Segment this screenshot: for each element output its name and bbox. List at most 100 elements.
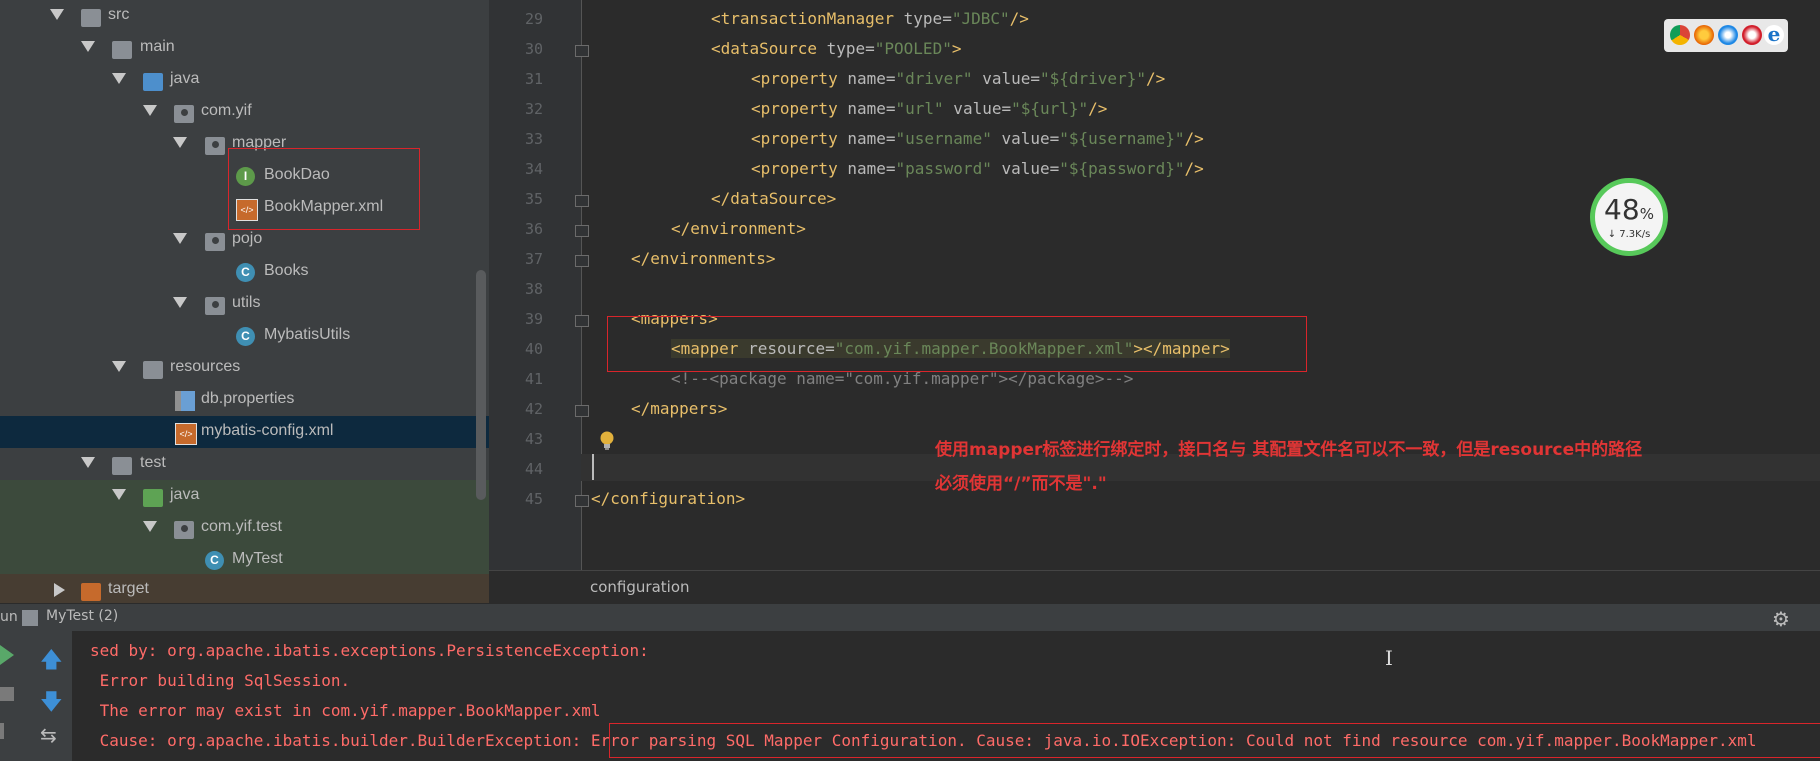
code-line-41[interactable]: <!--<package name="com.yif.mapper"></pac…: [671, 369, 1133, 388]
breadcrumb-bar: configuration: [489, 570, 1820, 604]
code-line-36[interactable]: </environment>: [671, 219, 806, 238]
tree-item-mybatisutils[interactable]: C MybatisUtils: [0, 320, 489, 352]
run-tab-label[interactable]: MyTest (2): [46, 608, 118, 624]
tree-item-label: Books: [264, 262, 309, 279]
code-line-29[interactable]: <transactionManager type="JDBC"/>: [711, 9, 1029, 28]
tree-item-test-java[interactable]: java: [0, 480, 489, 512]
code-line-31[interactable]: <property name="driver" value="${driver}…: [751, 69, 1165, 88]
class-icon: C: [236, 327, 255, 346]
tree-item-label: com.yif.test: [201, 518, 282, 535]
stop-icon[interactable]: [0, 687, 14, 701]
tree-item-target[interactable]: target: [0, 574, 489, 603]
fold-marker-icon[interactable]: [575, 255, 589, 267]
line-number: 43: [524, 430, 543, 448]
expand-arrow-icon[interactable]: [112, 489, 126, 500]
fold-marker-icon[interactable]: [575, 225, 589, 237]
run-panel-title: un: [0, 609, 18, 625]
code-line-35[interactable]: </dataSource>: [711, 189, 836, 208]
code-line-30[interactable]: <dataSource type="POOLED">: [711, 39, 961, 58]
ie-icon[interactable]: e: [1764, 24, 1784, 45]
text-caret: [592, 454, 594, 480]
expand-arrow-icon[interactable]: [81, 457, 95, 468]
line-number: 39: [524, 310, 543, 328]
expand-arrow-icon[interactable]: [50, 9, 64, 20]
tree-item-java[interactable]: java: [0, 64, 489, 96]
tree-item-mytest[interactable]: C MyTest: [0, 544, 489, 576]
breadcrumb[interactable]: configuration: [590, 578, 690, 596]
tree-item-pojo[interactable]: pojo: [0, 224, 489, 256]
fold-marker-icon[interactable]: [575, 315, 589, 327]
mouse-cursor-ibeam-icon: I: [1385, 646, 1393, 670]
tree-item-label: mapper: [232, 134, 287, 151]
tree-item-test[interactable]: test: [0, 448, 489, 480]
expand-arrow-icon[interactable]: [143, 521, 157, 532]
editor-gutter: 29 30 31 32 33 34 35 36 37 38 39 40 41 4…: [489, 0, 589, 570]
expand-arrow-icon[interactable]: [173, 297, 187, 308]
network-speed-widget: 48% ↓ 7.3K/s: [1590, 178, 1668, 256]
opera-icon[interactable]: [1742, 25, 1762, 45]
tree-item-label: com.yif: [201, 102, 252, 119]
pause-icon[interactable]: [0, 723, 4, 739]
folder-icon: [81, 9, 101, 27]
source-folder-icon: [143, 73, 163, 91]
expand-arrow-icon[interactable]: [112, 361, 126, 372]
tree-item-src[interactable]: src: [0, 0, 489, 32]
console-output[interactable]: sed by: org.apache.ibatis.exceptions.Per…: [72, 631, 1820, 761]
tree-item-utils[interactable]: utils: [0, 288, 489, 320]
interface-icon: I: [236, 167, 255, 186]
run-config-icon: [22, 610, 38, 626]
tree-item-bookmapper-xml[interactable]: </> BookMapper.xml: [0, 192, 489, 224]
code-line-39[interactable]: <mappers>: [631, 309, 718, 328]
tree-item-bookdao[interactable]: I BookDao: [0, 160, 489, 192]
code-line-34[interactable]: <property name="password" value="${passw…: [751, 159, 1204, 178]
package-icon: [205, 137, 225, 155]
tree-item-label: BookDao: [264, 166, 330, 183]
tree-item-mybatis-config-xml[interactable]: </> mybatis-config.xml: [0, 416, 489, 448]
package-icon: [174, 105, 194, 123]
soft-wrap-icon[interactable]: ⇆: [40, 723, 57, 747]
line-number: 33: [524, 130, 543, 148]
fold-marker-icon[interactable]: [575, 45, 589, 57]
tree-item-label: BookMapper.xml: [264, 198, 384, 215]
browser-icons-bar: e: [1664, 19, 1788, 52]
chrome-icon[interactable]: [1670, 25, 1690, 45]
tree-item-main[interactable]: main: [0, 32, 489, 64]
tree-item-books[interactable]: C Books: [0, 256, 489, 288]
tree-item-mapper[interactable]: mapper: [0, 128, 489, 160]
expand-arrow-icon[interactable]: [143, 105, 157, 116]
tree-item-com-yif-test[interactable]: com.yif.test: [0, 512, 489, 544]
firefox-icon[interactable]: [1694, 25, 1714, 45]
intention-bulb-icon[interactable]: [599, 430, 615, 452]
expand-arrow-icon[interactable]: [54, 583, 65, 597]
expand-arrow-icon[interactable]: [173, 233, 187, 244]
up-arrow-icon[interactable]: 🡅: [40, 643, 63, 681]
fold-marker-icon[interactable]: [575, 195, 589, 207]
rerun-icon[interactable]: [0, 645, 14, 665]
fold-marker-icon[interactable]: [575, 405, 589, 417]
line-number: 44: [524, 460, 543, 478]
line-number: 34: [524, 160, 543, 178]
tree-scrollbar[interactable]: [476, 270, 486, 500]
line-number: 36: [524, 220, 543, 238]
expand-arrow-icon[interactable]: [112, 73, 126, 84]
tree-item-com-yif[interactable]: com.yif: [0, 96, 489, 128]
tree-item-db-properties[interactable]: db.properties: [0, 384, 489, 416]
console-line: sed by: org.apache.ibatis.exceptions.Per…: [90, 641, 649, 660]
fold-marker-icon[interactable]: [575, 495, 589, 507]
code-line-37[interactable]: </environments>: [631, 249, 776, 268]
line-number: 35: [524, 190, 543, 208]
expand-arrow-icon[interactable]: [81, 41, 95, 52]
down-arrow-icon[interactable]: 🡇: [40, 685, 63, 723]
code-line-45[interactable]: </configuration>: [591, 489, 745, 508]
gear-icon[interactable]: ⚙: [1772, 607, 1790, 631]
code-line-42[interactable]: </mappers>: [631, 399, 727, 418]
line-number: 42: [524, 400, 543, 418]
line-number: 45: [524, 490, 543, 508]
code-line-40[interactable]: <mapper resource="com.yif.mapper.BookMap…: [671, 339, 1230, 358]
expand-arrow-icon[interactable]: [173, 137, 187, 148]
tree-item-resources[interactable]: resources: [0, 352, 489, 384]
tree-item-label: utils: [232, 294, 261, 311]
code-line-33[interactable]: <property name="username" value="${usern…: [751, 129, 1204, 148]
safari-icon[interactable]: [1718, 25, 1738, 45]
code-line-32[interactable]: <property name="url" value="${url}"/>: [751, 99, 1107, 118]
